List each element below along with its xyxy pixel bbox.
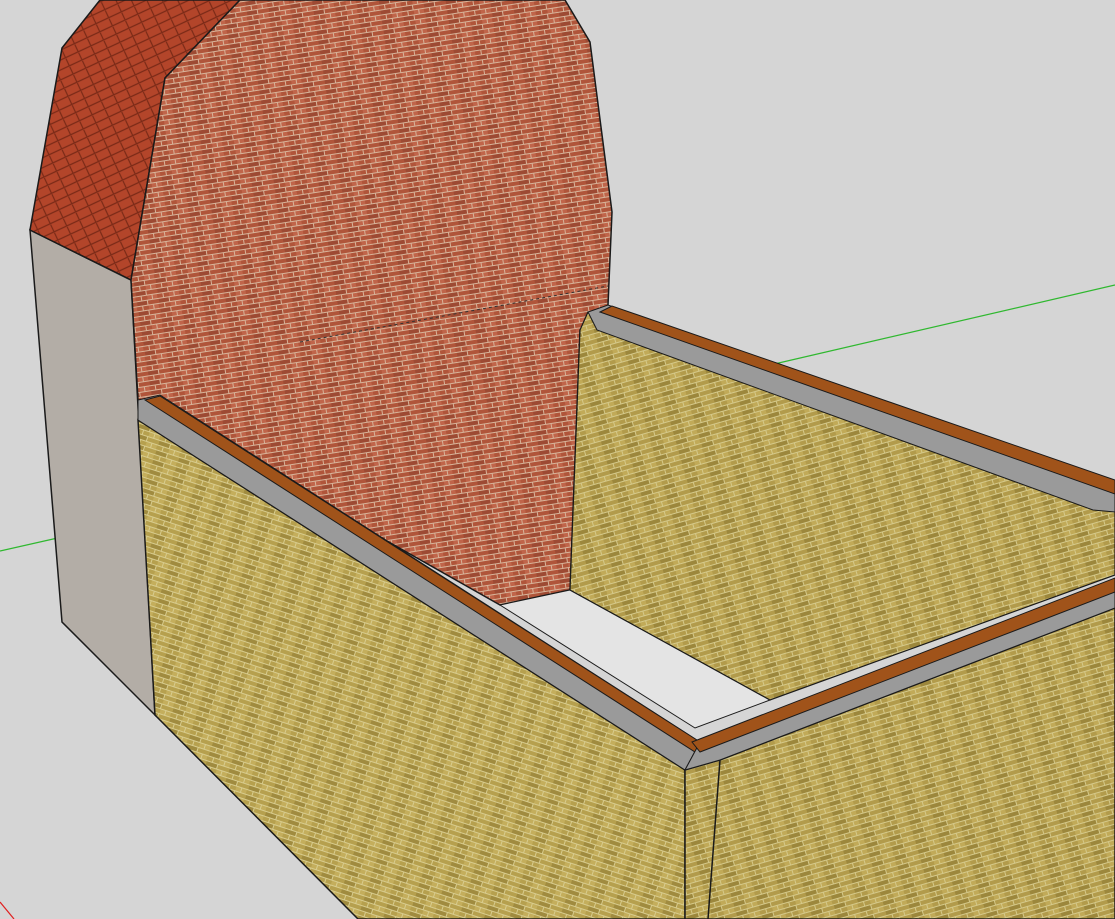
sketchup-viewport[interactable]	[0, 0, 1115, 919]
3d-model-canvas[interactable]	[0, 0, 1115, 919]
